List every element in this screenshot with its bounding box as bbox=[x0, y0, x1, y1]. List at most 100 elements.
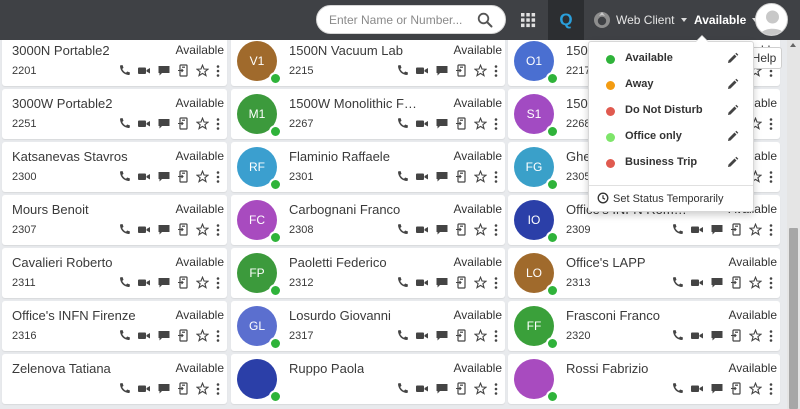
contact-card[interactable]: 3000N Portable2 2201 Available bbox=[2, 40, 227, 86]
phone-icon[interactable] bbox=[118, 329, 131, 342]
video-icon[interactable] bbox=[137, 170, 151, 183]
phone-icon[interactable] bbox=[396, 170, 409, 183]
phone-icon[interactable] bbox=[396, 223, 409, 236]
more-options-icon[interactable] bbox=[215, 382, 221, 395]
transfer-icon[interactable] bbox=[730, 328, 743, 342]
star-icon[interactable] bbox=[749, 275, 762, 289]
phone-icon[interactable] bbox=[396, 382, 409, 395]
pencil-icon[interactable] bbox=[726, 104, 739, 117]
chat-icon[interactable] bbox=[157, 223, 171, 236]
contact-card[interactable]: FC Carbognani Franco 2308 Available bbox=[231, 195, 505, 245]
contact-card[interactable]: FP Paoletti Federico 2312 Available bbox=[231, 248, 505, 298]
more-options-icon[interactable] bbox=[493, 223, 499, 236]
more-options-icon[interactable] bbox=[493, 170, 499, 183]
contact-card[interactable]: GL Losurdo Giovanni 2317 Available bbox=[231, 301, 505, 351]
web-client-menu[interactable]: Web Client bbox=[592, 0, 688, 40]
more-options-icon[interactable] bbox=[493, 276, 499, 289]
contact-card[interactable]: LO Office's LAPP 2313 Available bbox=[508, 248, 780, 298]
scroll-thumb[interactable] bbox=[789, 228, 798, 409]
transfer-icon[interactable] bbox=[455, 116, 468, 130]
contact-card[interactable]: Zelenova Tatiana Available bbox=[2, 354, 227, 404]
more-options-icon[interactable] bbox=[768, 117, 774, 130]
star-icon[interactable] bbox=[474, 222, 487, 236]
star-icon[interactable] bbox=[196, 328, 209, 342]
phone-icon[interactable] bbox=[396, 64, 409, 77]
chat-icon[interactable] bbox=[157, 329, 171, 342]
chat-icon[interactable] bbox=[157, 170, 171, 183]
video-icon[interactable] bbox=[415, 170, 429, 183]
more-options-icon[interactable] bbox=[215, 117, 221, 130]
contact-card[interactable]: 3000W Portable2 2251 Available bbox=[2, 89, 227, 139]
transfer-icon[interactable] bbox=[177, 275, 190, 289]
video-icon[interactable] bbox=[415, 276, 429, 289]
chat-icon[interactable] bbox=[157, 382, 171, 395]
scrollbar[interactable] bbox=[787, 40, 800, 409]
status-option-business-trip[interactable]: Business Trip bbox=[589, 150, 755, 176]
pencil-icon[interactable] bbox=[726, 78, 739, 91]
star-icon[interactable] bbox=[749, 328, 762, 342]
video-icon[interactable] bbox=[415, 382, 429, 395]
more-options-icon[interactable] bbox=[768, 170, 774, 183]
transfer-icon[interactable] bbox=[455, 275, 468, 289]
video-icon[interactable] bbox=[690, 329, 704, 342]
more-options-icon[interactable] bbox=[493, 64, 499, 77]
video-icon[interactable] bbox=[415, 117, 429, 130]
transfer-icon[interactable] bbox=[730, 381, 743, 395]
chat-icon[interactable] bbox=[435, 223, 449, 236]
star-icon[interactable] bbox=[749, 381, 762, 395]
phone-icon[interactable] bbox=[671, 382, 684, 395]
star-icon[interactable] bbox=[196, 169, 209, 183]
star-icon[interactable] bbox=[474, 116, 487, 130]
transfer-icon[interactable] bbox=[455, 169, 468, 183]
chat-icon[interactable] bbox=[157, 64, 171, 77]
chat-icon[interactable] bbox=[435, 64, 449, 77]
user-avatar[interactable] bbox=[755, 3, 788, 36]
star-icon[interactable] bbox=[474, 169, 487, 183]
star-icon[interactable] bbox=[474, 328, 487, 342]
contact-card[interactable]: RF Flaminio Raffaele 2301 Available bbox=[231, 142, 505, 192]
contact-card[interactable]: Katsanevas Stavros 2300 Available bbox=[2, 142, 227, 192]
search-icon[interactable] bbox=[477, 12, 493, 28]
transfer-icon[interactable] bbox=[177, 222, 190, 236]
video-icon[interactable] bbox=[690, 276, 704, 289]
chat-icon[interactable] bbox=[435, 329, 449, 342]
contact-card[interactable]: V1 1500N Vacuum Lab 2215 Available bbox=[231, 40, 505, 86]
transfer-icon[interactable] bbox=[455, 381, 468, 395]
transfer-icon[interactable] bbox=[455, 328, 468, 342]
phone-icon[interactable] bbox=[671, 223, 684, 236]
chat-icon[interactable] bbox=[157, 117, 171, 130]
phone-icon[interactable] bbox=[118, 170, 131, 183]
more-options-icon[interactable] bbox=[215, 276, 221, 289]
chat-icon[interactable] bbox=[710, 329, 724, 342]
contact-card[interactable]: Cavalieri Roberto 2311 Available bbox=[2, 248, 227, 298]
contact-card[interactable]: Ruppo Paola Available bbox=[231, 354, 505, 404]
video-icon[interactable] bbox=[137, 382, 151, 395]
star-icon[interactable] bbox=[196, 222, 209, 236]
phone-icon[interactable] bbox=[671, 276, 684, 289]
contact-card[interactable]: M1 1500W Monolithic Fi... 2267 Available bbox=[231, 89, 505, 139]
chat-icon[interactable] bbox=[435, 170, 449, 183]
phone-icon[interactable] bbox=[396, 276, 409, 289]
contact-card[interactable]: Office's INFN Firenze 2316 Available bbox=[2, 301, 227, 351]
pencil-icon[interactable] bbox=[726, 156, 739, 169]
contact-card[interactable]: FF Frasconi Franco 2320 Available bbox=[508, 301, 780, 351]
status-option-away[interactable]: Away bbox=[589, 72, 755, 98]
star-icon[interactable] bbox=[196, 275, 209, 289]
transfer-icon[interactable] bbox=[177, 381, 190, 395]
video-icon[interactable] bbox=[415, 64, 429, 77]
transfer-icon[interactable] bbox=[177, 169, 190, 183]
chat-icon[interactable] bbox=[710, 223, 724, 236]
pencil-icon[interactable] bbox=[726, 52, 739, 65]
phone-icon[interactable] bbox=[396, 117, 409, 130]
q-button[interactable]: Q bbox=[548, 0, 584, 40]
star-icon[interactable] bbox=[474, 275, 487, 289]
chat-icon[interactable] bbox=[435, 382, 449, 395]
pencil-icon[interactable] bbox=[726, 130, 739, 143]
phone-icon[interactable] bbox=[396, 329, 409, 342]
search-box[interactable] bbox=[316, 5, 506, 34]
contact-card[interactable]: Rossi Fabrizio Available bbox=[508, 354, 780, 404]
chat-icon[interactable] bbox=[435, 117, 449, 130]
transfer-icon[interactable] bbox=[177, 328, 190, 342]
more-options-icon[interactable] bbox=[215, 64, 221, 77]
more-options-icon[interactable] bbox=[493, 329, 499, 342]
